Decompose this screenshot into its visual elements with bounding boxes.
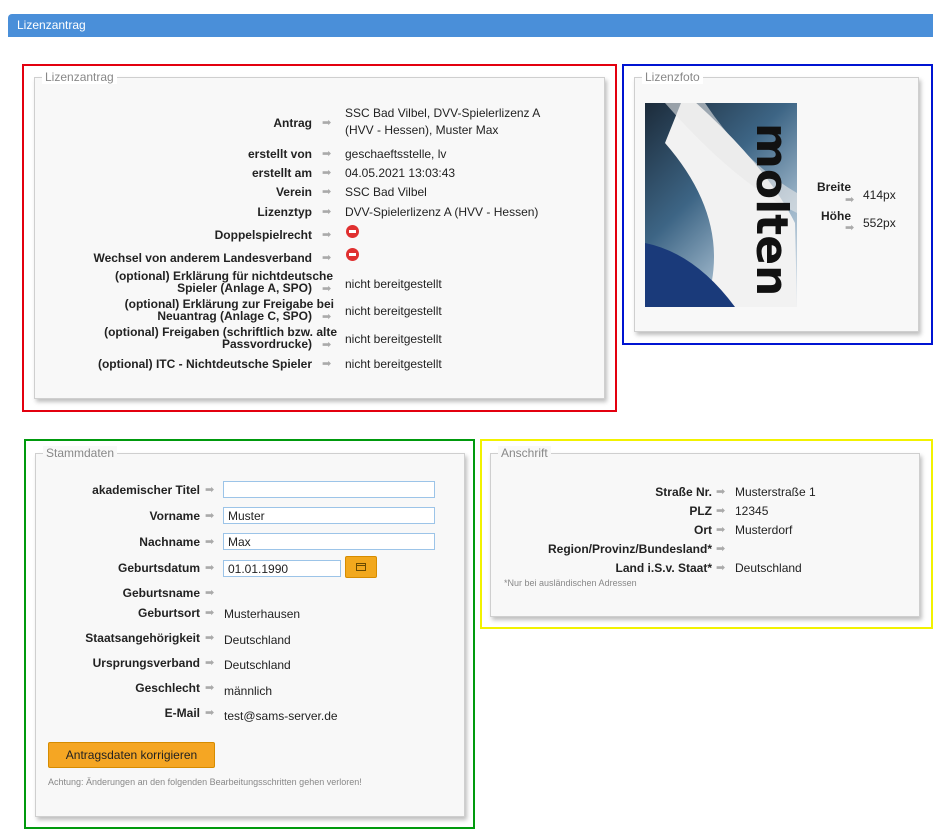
country-label: Land i.S.v. Staat* (615, 561, 712, 575)
zip-value: 12345 (735, 504, 769, 518)
arrow-icon: ➡ (716, 486, 726, 498)
brand-lettering: molten (746, 123, 797, 296)
arrow-icon: ➡ (845, 194, 855, 206)
arrow-icon: ➡ (322, 283, 332, 295)
optional-release-label-line2: Neuantrag (Anlage C, SPO) (157, 309, 312, 323)
lastname-input[interactable] (223, 533, 435, 550)
arrow-icon: ➡ (205, 707, 215, 719)
address-legend: Anschrift (498, 446, 551, 460)
street-value: Musterstraße 1 (735, 485, 816, 499)
arrow-icon: ➡ (322, 229, 332, 241)
antrag-label: Antrag (273, 116, 312, 130)
birthplace-label: Geburtsort (137, 606, 200, 620)
volleyball-image: molten (645, 103, 797, 307)
firstname-label: Vorname (149, 509, 200, 523)
address-footnote: *Nur bei ausländischen Adressen (504, 578, 637, 588)
photo-width-value: 414px (863, 188, 896, 202)
license-panel: Lizenzantrag (34, 70, 605, 399)
nationality-label: Staatsangehörigkeit (85, 631, 200, 645)
no-entry-icon (346, 225, 359, 238)
license-type-label: Lizenztyp (257, 205, 312, 219)
city-label: Ort (694, 523, 712, 537)
optional-itc-label: (optional) ITC - Nichtdeutsche Spieler (97, 357, 312, 371)
city-value: Musterdorf (735, 523, 793, 537)
master-data-legend: Stammdaten (43, 446, 118, 460)
birthdate-label: Geburtsdatum (117, 561, 200, 575)
created-by-label: erstellt von (247, 147, 312, 161)
academic-title-input[interactable] (223, 481, 435, 498)
email-label: E-Mail (164, 706, 200, 720)
optional-approvals-value: nicht bereitgestellt (345, 332, 442, 346)
arrow-icon: ➡ (205, 536, 215, 548)
country-value: Deutschland (735, 561, 802, 575)
academic-title-label: akademischer Titel (92, 483, 200, 497)
optional-nongerman-label-line2: Spieler (Anlage A, SPO) (177, 281, 312, 295)
page-header-bar: Lizenzantrag (8, 14, 933, 37)
arrow-icon: ➡ (322, 117, 332, 129)
optional-release-value: nicht bereitgestellt (345, 304, 442, 318)
optional-nongerman-value: nicht bereitgestellt (345, 277, 442, 291)
nationality-value: Deutschland (224, 633, 291, 647)
origin-association-value: Deutschland (224, 658, 291, 672)
club-value: SSC Bad Vilbel (345, 185, 427, 199)
arrow-icon: ➡ (205, 562, 215, 574)
email-value: test@sams-server.de (224, 709, 338, 723)
antrag-value: SSC Bad Vilbel, DVV-Spielerlizenz A (345, 106, 541, 120)
double-play-right-label: Doppelspielrecht (214, 228, 312, 242)
photo-legend: Lizenzfoto (642, 70, 703, 84)
arrow-icon: ➡ (716, 524, 726, 536)
arrow-icon: ➡ (205, 682, 215, 694)
arrow-icon: ➡ (322, 358, 332, 370)
page-title: Lizenzantrag (17, 18, 86, 32)
lastname-label: Nachname (139, 535, 200, 549)
arrow-icon: ➡ (322, 186, 332, 198)
arrow-icon: ➡ (322, 206, 332, 218)
gender-label: Geschlecht (135, 681, 200, 695)
license-photo: molten (645, 103, 797, 307)
license-legend: Lizenzantrag (42, 70, 117, 84)
arrow-icon: ➡ (322, 311, 332, 323)
street-label: Straße Nr. (655, 485, 712, 499)
photo-height-value: 552px (863, 216, 896, 230)
arrow-icon: ➡ (716, 543, 726, 555)
correct-application-data-button[interactable]: Antragsdaten korrigieren (48, 742, 215, 768)
no-entry-icon (346, 248, 359, 261)
arrow-icon: ➡ (205, 484, 215, 496)
state-change-label: Wechsel von anderem Landesverband (93, 251, 312, 265)
antrag-value-line2: (HVV - Hessen), Muster Max (345, 123, 499, 137)
photo-width-label: Breite (817, 180, 852, 194)
calendar-icon (356, 563, 366, 571)
arrow-icon: ➡ (322, 252, 332, 264)
calendar-button[interactable] (345, 556, 377, 578)
club-label: Verein (275, 185, 312, 199)
license-type-value: DVV-Spielerlizenz A (HVV - Hessen) (345, 205, 539, 219)
arrow-icon: ➡ (205, 607, 215, 619)
birthname-label: Geburtsname (122, 586, 200, 600)
arrow-icon: ➡ (716, 505, 726, 517)
zip-label: PLZ (689, 504, 712, 518)
created-at-value: 04.05.2021 13:03:43 (345, 166, 456, 180)
birthplace-value: Musterhausen (224, 607, 301, 621)
created-by-value: geschaeftsstelle, lv (345, 147, 447, 161)
birthdate-input[interactable] (223, 560, 341, 577)
arrow-icon: ➡ (205, 657, 215, 669)
arrow-icon: ➡ (322, 167, 332, 179)
created-at-label: erstellt am (251, 166, 312, 180)
firstname-input[interactable] (223, 507, 435, 524)
optional-itc-value: nicht bereitgestellt (345, 357, 442, 371)
arrow-icon: ➡ (845, 222, 855, 234)
data-loss-warning: Achtung: Änderungen an den folgenden Bea… (48, 777, 362, 787)
arrow-icon: ➡ (205, 632, 215, 644)
arrow-icon: ➡ (716, 562, 726, 574)
arrow-icon: ➡ (205, 587, 215, 599)
gender-value: männlich (224, 684, 273, 698)
arrow-icon: ➡ (322, 148, 332, 160)
optional-approvals-label-line2: Passvordrucke) (221, 337, 312, 351)
arrow-icon: ➡ (322, 339, 332, 351)
arrow-icon: ➡ (205, 510, 215, 522)
origin-association-label: Ursprungsverband (92, 656, 200, 670)
region-label: Region/Provinz/Bundesland* (547, 542, 712, 556)
